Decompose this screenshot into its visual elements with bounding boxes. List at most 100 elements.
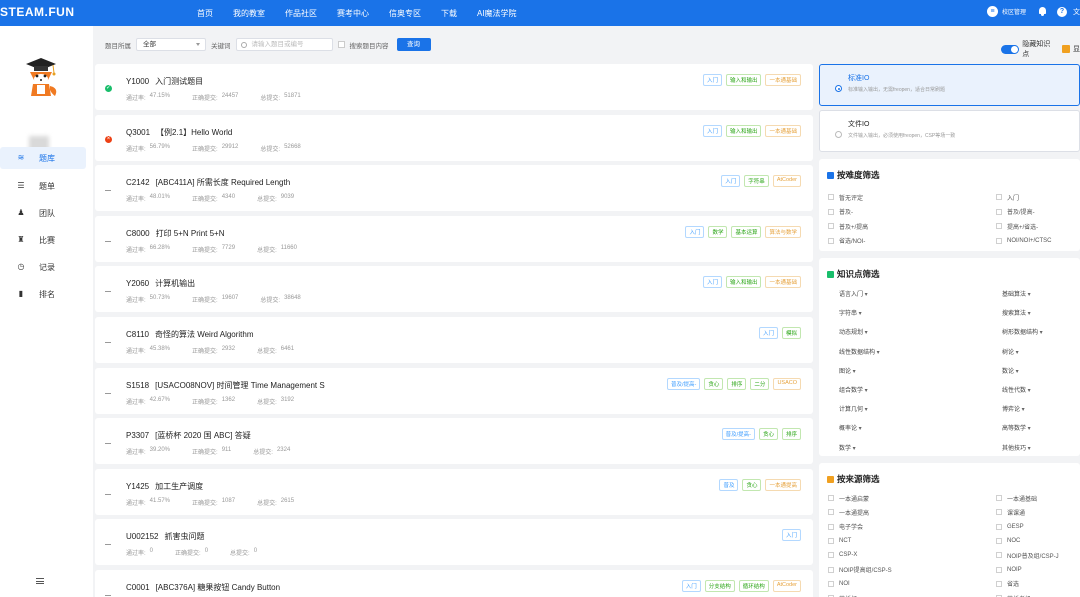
problem-tag[interactable]: 一本通基础 — [765, 74, 801, 86]
problem-card[interactable]: ✓ Y1000 入门测试题目 通过率: 47.15% 正确提交: 24457 总提交: 5187… — [95, 64, 813, 110]
checkbox[interactable] — [996, 566, 1002, 573]
radio-file-io[interactable] — [835, 131, 842, 138]
problem-tag[interactable]: 入门 — [702, 74, 722, 86]
problem-name[interactable]: 入门测试题目 — [155, 77, 203, 86]
problem-tag[interactable]: 基本运算 — [731, 225, 762, 238]
problem-card[interactable]: Y2060 计算机输出 通过率: 50.73% 正确提交: 19607 总提交: 38648 入… — [95, 266, 813, 313]
problem-tag[interactable]: 算法与数学 — [765, 225, 801, 238]
problem-tag[interactable]: 输入和输出 — [725, 276, 762, 289]
sidebar-item-problem-bank[interactable]: ≋ 题库 — [0, 147, 86, 169]
knowledge-dropdown[interactable]: 图论 — [839, 366, 1002, 385]
problem-tag[interactable]: 入门 — [685, 225, 705, 238]
problem-tag[interactable]: 入门 — [681, 579, 701, 592]
belong-select[interactable]: 全部 — [136, 38, 206, 51]
problem-tag[interactable]: 入门 — [721, 175, 741, 188]
nav-ai-academy[interactable]: AI魔法学院 — [477, 8, 517, 19]
problem-tag[interactable]: 普及/提高- — [721, 428, 755, 441]
problem-card[interactable]: C8110 奇怪的算法 Weird Algorithm 通过率: 45.38% 正确提交… — [95, 316, 813, 363]
problem-title[interactable]: U002152 抓害虫问题 — [126, 531, 204, 542]
problem-id[interactable]: C2142 — [126, 178, 150, 187]
checkbox[interactable] — [996, 523, 1002, 530]
checkbox[interactable] — [996, 194, 1002, 201]
knowledge-dropdown[interactable]: 树形数据结构 — [1002, 327, 1080, 346]
source-option[interactable]: 一本通基础 — [996, 491, 1080, 505]
source-option[interactable]: 电子学会 — [828, 520, 996, 534]
problem-tag[interactable]: 字符串 — [744, 175, 769, 188]
problem-tag[interactable]: 排序 — [781, 428, 801, 441]
sidebar-item-team[interactable]: ♟ 团队 — [0, 202, 86, 224]
problem-title[interactable]: P3307 [蓝桥杯 2020 国 ABC] 答疑 — [126, 430, 251, 441]
problem-card[interactable]: C0001[ABC376A] 糖果按钮 Candy Button通过率:正确提交… — [95, 569, 813, 597]
help-icon[interactable]: ? — [1057, 6, 1067, 17]
problem-tag[interactable]: 排序 — [727, 377, 747, 390]
problem-card[interactable]: Y1425 加工生产调度 通过率: 41.57% 正确提交: 1087 总提交: 2615 普及… — [95, 468, 813, 515]
problem-tag[interactable]: 一本通基础 — [765, 276, 801, 289]
source-option[interactable]: NOIP提高组/CSP-S — [828, 562, 996, 576]
problem-id[interactable]: S1518 — [126, 381, 149, 390]
problem-tag[interactable]: 普及/提高- — [667, 377, 701, 390]
checkbox[interactable] — [828, 580, 834, 587]
knowledge-dropdown[interactable]: 语言入门 — [839, 289, 1002, 308]
knowledge-dropdown[interactable]: 数学 — [839, 443, 1002, 462]
knowledge-dropdown[interactable]: 其他技巧 — [1002, 443, 1080, 462]
knowledge-dropdown[interactable]: 搜索算法 — [1002, 308, 1080, 327]
problem-title[interactable]: C8110 奇怪的算法 Weird Algorithm — [126, 329, 254, 340]
difficulty-option[interactable]: 提高+/省选- — [996, 219, 1080, 234]
checkbox[interactable] — [828, 552, 834, 559]
problem-tag[interactable]: 入门 — [702, 124, 722, 137]
knowledge-dropdown[interactable]: 数论 — [1002, 366, 1080, 385]
source-option[interactable]: NOI — [828, 577, 996, 591]
problem-card[interactable]: U002152 抓害虫问题 通过率: 0 正确提交: 0 总提交: 0 入门 — [95, 519, 813, 566]
problem-tag[interactable]: 贪心 — [758, 428, 778, 441]
problem-card[interactable]: C8000 打印 5+N Print 5+N 通过率: 66.28% 正确提交: 7729… — [95, 215, 813, 262]
problem-tag[interactable]: 一本通基础 — [765, 124, 801, 137]
checkbox[interactable] — [828, 523, 834, 530]
problem-id[interactable]: Y1425 — [126, 482, 149, 491]
problem-tag[interactable]: 数学 — [708, 225, 728, 238]
nav-home[interactable]: 首页 — [197, 8, 213, 19]
language-switch[interactable]: 文 — [1073, 7, 1080, 17]
problem-title[interactable]: S1518 [USACO08NOV] 时间管理 Time Management S — [126, 380, 325, 391]
brand-logo[interactable]: STEAM.FUN — [0, 5, 75, 19]
problem-id[interactable]: C0001 — [126, 583, 150, 592]
problem-tag[interactable]: 贪心 — [704, 377, 724, 390]
checkbox[interactable] — [996, 223, 1002, 230]
knowledge-dropdown[interactable]: 组合数学 — [839, 385, 1002, 404]
problem-name[interactable]: [蓝桥杯 2020 国 ABC] 答疑 — [155, 431, 251, 440]
problem-title[interactable]: Y1425 加工生产调度 — [126, 481, 203, 492]
io-option-file[interactable]: 文件IO 文件输入输出，必须使用freopen，CSP等场一致 — [819, 110, 1080, 152]
problem-title[interactable]: Y1000 入门测试题目 — [126, 76, 203, 87]
nav-download[interactable]: 下载 — [441, 8, 457, 19]
difficulty-option[interactable]: NOI/NOI+/CTSC — [996, 234, 1080, 249]
source-option[interactable]: NCT — [828, 534, 996, 548]
problem-name[interactable]: [ABC376A] 糖果按钮 Candy Button — [156, 583, 281, 592]
problem-tag[interactable]: 普及 — [719, 478, 739, 491]
problem-card[interactable]: P3307 [蓝桥杯 2020 国 ABC] 答疑 通过率: 39.20% 正确提交: 9… — [95, 418, 813, 465]
problem-name[interactable]: 加工生产调度 — [155, 482, 203, 491]
difficulty-option[interactable]: 暂无评定 — [828, 190, 996, 205]
io-option-standard[interactable]: 标准IO 标准输入输出，无需freopen，适合日常刷题 — [819, 64, 1080, 106]
problem-tag[interactable]: 二分 — [750, 377, 770, 390]
source-option[interactable]: 省选 — [996, 577, 1080, 591]
source-option[interactable]: NOIP普及组/CSP-J — [996, 548, 1080, 562]
sidebar-item-records[interactable]: ◷ 记录 — [0, 256, 86, 278]
problem-title[interactable]: Y2060 计算机输出 — [126, 278, 195, 289]
problem-name[interactable]: 计算机输出 — [155, 279, 195, 288]
problem-title[interactable]: Q3001 【例2.1】Hello World — [126, 127, 232, 138]
knowledge-dropdown[interactable]: 基础算法 — [1002, 289, 1080, 308]
problem-name[interactable]: 【例2.1】Hello World — [156, 128, 232, 137]
problem-id[interactable]: Y1000 — [126, 77, 149, 86]
knowledge-dropdown[interactable]: 高等数学 — [1002, 423, 1080, 442]
nav-community[interactable]: 作品社区 — [285, 8, 317, 19]
knowledge-dropdown[interactable]: 计算几何 — [839, 404, 1002, 423]
knowledge-dropdown[interactable]: 概率论 — [839, 423, 1002, 442]
checkbox[interactable] — [996, 495, 1002, 502]
problem-tag[interactable]: 一本通提高 — [765, 478, 801, 491]
checkbox[interactable] — [996, 509, 1002, 516]
hide-knowledge-toggle[interactable] — [1001, 44, 1020, 54]
nav-olympiad[interactable]: 信奥专区 — [389, 8, 421, 19]
collapse-menu-icon[interactable] — [36, 578, 44, 584]
nav-exam-center[interactable]: 赛考中心 — [337, 8, 369, 19]
checkbox[interactable] — [828, 223, 834, 230]
difficulty-option[interactable]: 入门 — [996, 190, 1080, 205]
